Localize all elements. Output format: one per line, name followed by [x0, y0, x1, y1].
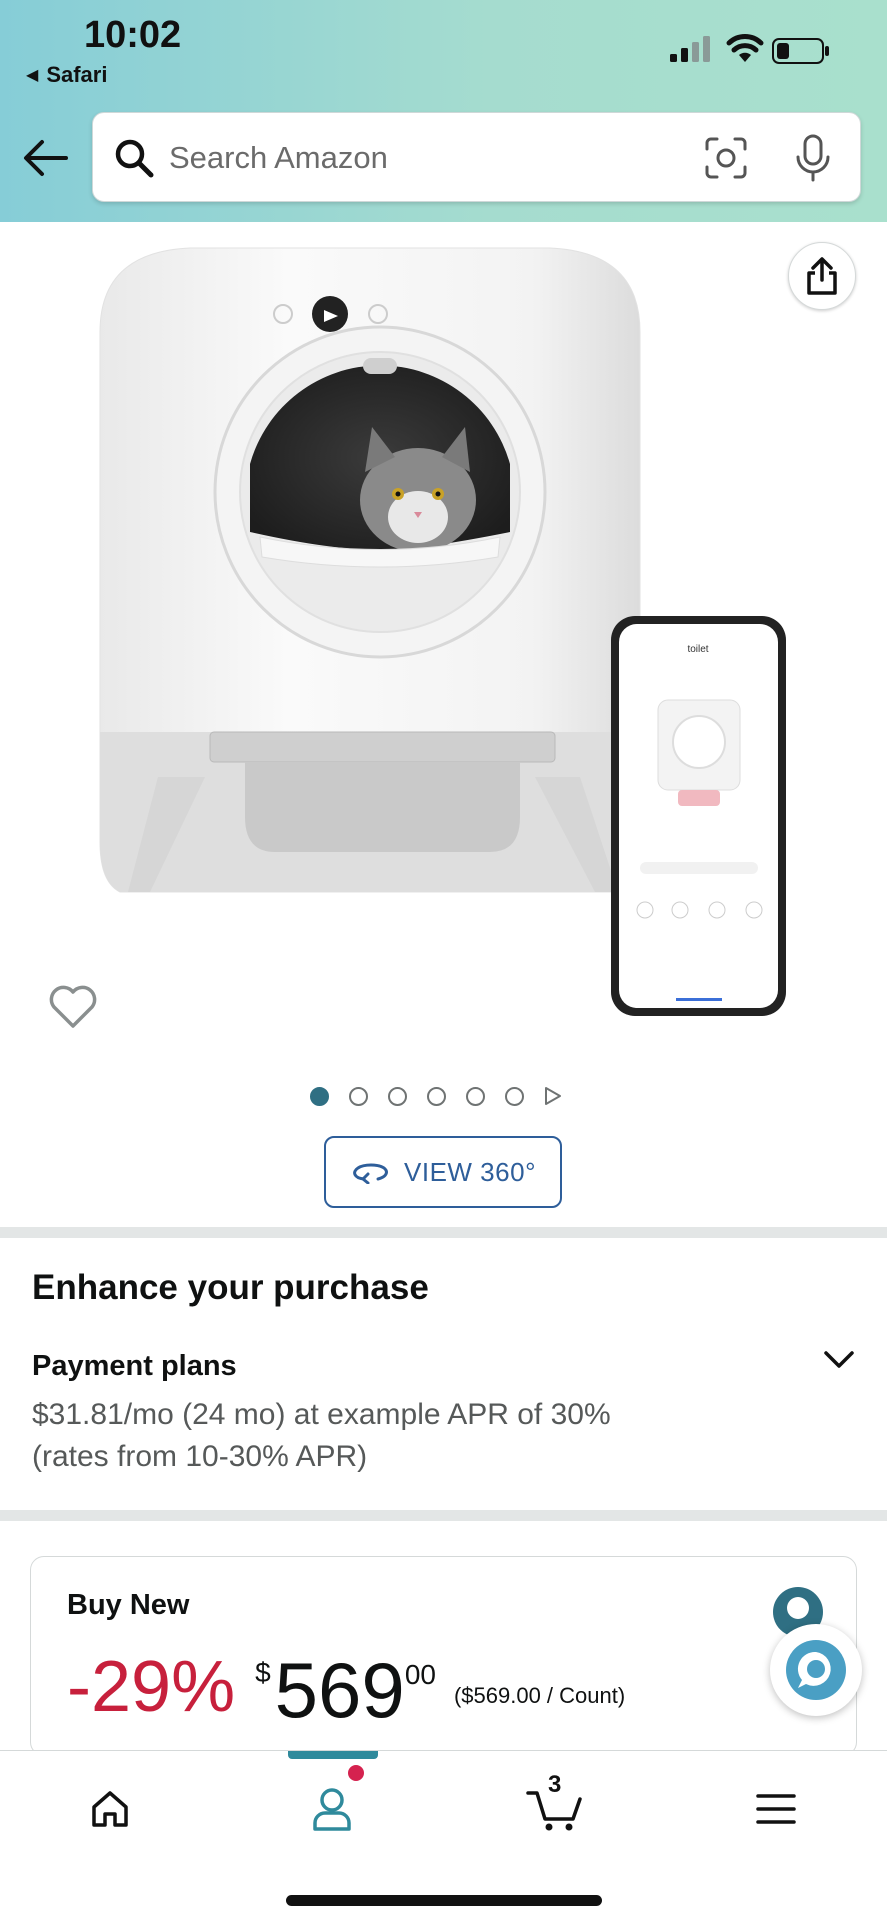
payment-plans-title[interactable]: Payment plans	[32, 1350, 237, 1383]
notification-dot	[348, 1765, 364, 1781]
chat-assistant-button[interactable]	[770, 1624, 862, 1716]
payment-plan-rates: (rates from 10-30% APR)	[32, 1440, 368, 1473]
section-divider	[0, 1227, 887, 1238]
gallery-dot[interactable]	[349, 1086, 368, 1106]
gallery-dot[interactable]	[505, 1086, 524, 1106]
unit-price: ($569.00 / Count)	[453, 1683, 626, 1708]
price-row: -29% $ 569 00 ($569.00 / Count)	[67, 1651, 625, 1729]
gallery-pagination	[310, 1084, 562, 1108]
currency-symbol: $	[255, 1657, 271, 1688]
wifi-icon	[726, 34, 764, 62]
status-time: 10:02	[84, 14, 182, 56]
back-to-app-link[interactable]: ◀ Safari	[26, 62, 107, 88]
product-gallery: toilet VIEW 360°	[0, 222, 887, 1227]
person-icon	[313, 1788, 351, 1831]
section-divider	[0, 1510, 887, 1521]
search-input[interactable]	[169, 133, 669, 183]
header: 10:02 ◀ Safari	[0, 0, 887, 222]
search-bar[interactable]	[92, 112, 861, 202]
rotate-360-icon	[353, 1163, 388, 1184]
nav-account[interactable]	[302, 1779, 362, 1839]
share-icon	[807, 257, 837, 295]
cellular-signal-icon	[670, 36, 710, 62]
enhance-purchase-section: Enhance your purchase Payment plans $31.…	[0, 1238, 887, 1510]
section-title: Enhance your purchase	[32, 1268, 429, 1307]
product-image[interactable]: toilet	[80, 232, 800, 1072]
chat-bubble-icon	[786, 1640, 846, 1700]
buy-new-card[interactable]: Buy New -29% $ 569 00 ($569.00 / Count)	[30, 1556, 857, 1756]
view-360-label: VIEW 360°	[404, 1156, 536, 1187]
back-app-label: Safari	[46, 62, 108, 87]
heart-icon[interactable]	[48, 984, 98, 1030]
back-arrow-icon[interactable]	[22, 138, 68, 178]
chevron-down-icon[interactable]	[822, 1348, 856, 1372]
view-360-button[interactable]: VIEW 360°	[324, 1136, 562, 1208]
bottom-navigation: 3	[0, 1750, 887, 1920]
svg-text:toilet: toilet	[687, 644, 708, 655]
nav-home[interactable]	[80, 1779, 140, 1839]
gallery-dot[interactable]	[310, 1086, 329, 1106]
payment-plan-detail: $31.81/mo (24 mo) at example APR of 30%	[32, 1398, 611, 1431]
gallery-dot[interactable]	[388, 1086, 407, 1106]
battery-icon	[772, 38, 829, 64]
active-tab-indicator	[288, 1751, 378, 1759]
nav-menu[interactable]	[746, 1779, 806, 1839]
home-indicator-bar[interactable]	[286, 1895, 602, 1906]
video-play-icon[interactable]	[544, 1086, 562, 1106]
discount-percent: -29%	[67, 1647, 236, 1727]
buy-new-title: Buy New	[67, 1589, 190, 1621]
back-triangle-icon: ◀	[26, 67, 39, 84]
camera-scan-icon[interactable]	[703, 135, 749, 181]
home-icon	[92, 1791, 128, 1827]
cart-count-badge: 3	[548, 1771, 562, 1798]
price-whole: 569	[274, 1646, 405, 1734]
microphone-icon[interactable]	[793, 133, 833, 183]
gallery-dot[interactable]	[427, 1086, 446, 1106]
gallery-dot[interactable]	[466, 1086, 485, 1106]
hamburger-menu-icon	[756, 1794, 796, 1824]
price-cents: 00	[404, 1659, 436, 1690]
search-icon	[115, 139, 154, 178]
